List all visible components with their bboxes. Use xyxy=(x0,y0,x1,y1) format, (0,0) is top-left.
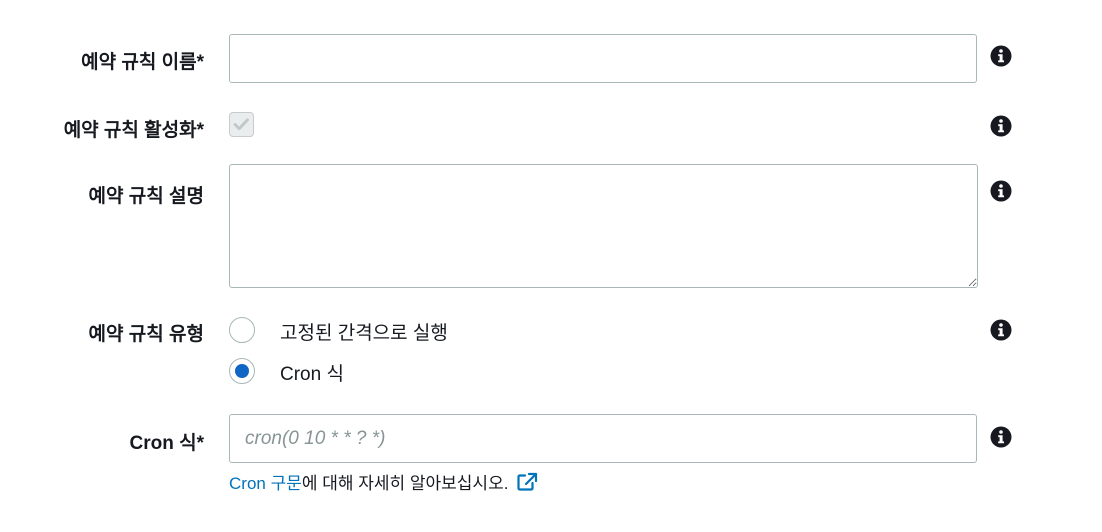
field-row-cron: Cron 식* xyxy=(0,400,1102,532)
info-icon[interactable] xyxy=(990,426,1012,448)
type-label: 예약 규칙 유형 xyxy=(88,324,204,345)
description-label: 예약 규칙 설명 xyxy=(88,186,204,207)
field-row-description: 예약 규칙 설명 xyxy=(0,160,1102,300)
name-label: 예약 규칙 이름* xyxy=(81,52,204,73)
enable-rule-checkbox[interactable] xyxy=(229,112,254,137)
cron-help-suffix: 에 대해 자세히 알아보십시오. xyxy=(301,474,509,493)
cron-help-text: Cron 구문 에 대해 자세히 알아보십시오. xyxy=(229,469,538,494)
radio-cron-expression[interactable] xyxy=(229,358,255,384)
cron-expression-input[interactable] xyxy=(229,414,977,463)
info-icon[interactable] xyxy=(990,180,1012,202)
field-row-enabled: 예약 규칙 활성화* xyxy=(0,100,1102,160)
external-link-icon[interactable] xyxy=(516,472,538,492)
rule-name-input[interactable] xyxy=(229,34,977,83)
radio-cron-expression-label[interactable]: Cron 식 xyxy=(280,359,344,386)
radio-fixed-rate[interactable] xyxy=(229,317,255,343)
field-row-name: 예약 규칙 이름* xyxy=(0,0,1102,100)
info-icon[interactable] xyxy=(990,45,1012,67)
field-row-type: 예약 규칙 유형 고정된 간격으로 실행 Cron 식 xyxy=(0,300,1102,400)
enabled-label: 예약 규칙 활성화* xyxy=(63,120,204,141)
info-icon[interactable] xyxy=(990,115,1012,137)
cron-label: Cron 식* xyxy=(129,433,204,454)
info-icon[interactable] xyxy=(990,319,1012,341)
cron-syntax-link[interactable]: Cron 구문 xyxy=(229,469,302,494)
checkmark-icon xyxy=(233,118,249,131)
rule-description-textarea[interactable] xyxy=(229,164,978,288)
radio-fixed-rate-label[interactable]: 고정된 간격으로 실행 xyxy=(280,318,448,345)
scheduled-rule-form: 예약 규칙 이름* 예약 규칙 활성화* 예약 규칙 설명 예약 규칙 유형 고… xyxy=(0,0,1102,532)
